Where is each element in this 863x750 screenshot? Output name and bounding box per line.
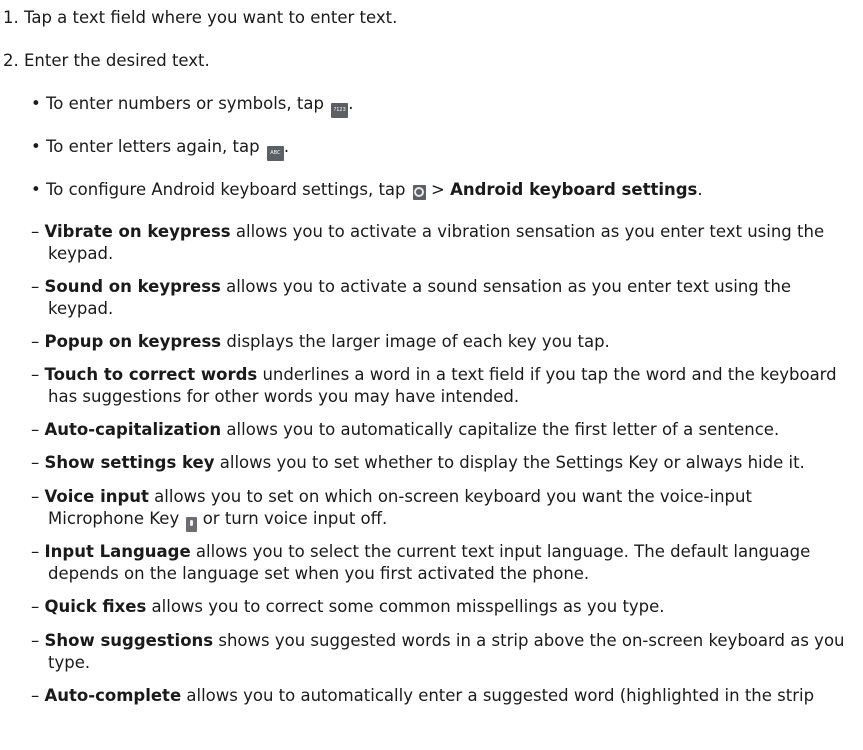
setting-auto-complete: – Auto-complete allows you to automatica… xyxy=(31,685,814,707)
setting-touch-correct: – Touch to correct words underlines a wo… xyxy=(31,364,837,386)
dash: – xyxy=(31,277,45,296)
bullet-settings-end: . xyxy=(697,180,703,199)
bullet-settings-text: • To configure Android keyboard settings… xyxy=(31,180,411,199)
setting-sound-cont: keypad. xyxy=(48,299,114,318)
dash: – xyxy=(31,222,45,241)
setting-desc: allows you to automatically enter a sugg… xyxy=(181,686,815,705)
step-1: 1. Tap a text field where you want to en… xyxy=(3,8,398,27)
abc-key-icon: ABC xyxy=(266,146,284,161)
setting-desc: allows you to correct some common misspe… xyxy=(146,597,665,616)
setting-voice-input: – Voice input allows you to set on which… xyxy=(31,486,752,508)
setting-term: Touch to correct words xyxy=(44,365,258,384)
setting-term: Auto-complete xyxy=(44,686,182,705)
android-keyboard-settings-label: Android keyboard settings xyxy=(450,180,698,199)
setting-input-language: – Input Language allows you to select th… xyxy=(31,541,810,563)
setting-desc: underlines a word in a text field if you… xyxy=(257,365,837,384)
bullet-letters-end: . xyxy=(283,137,290,156)
setting-desc: allows you to set on which on-screen key… xyxy=(148,487,752,506)
setting-quick-fixes: – Quick fixes allows you to correct some… xyxy=(31,596,665,618)
setting-touch-correct-cont: has suggestions for other words you may … xyxy=(48,387,520,406)
setting-desc: or turn voice input off. xyxy=(197,509,388,528)
microphone-key-icon xyxy=(186,517,198,532)
manual-page: 1. Tap a text field where you want to en… xyxy=(0,0,863,750)
setting-input-language-cont: depends on the language set when you fir… xyxy=(48,564,590,583)
setting-auto-cap: – Auto-capitalization allows you to auto… xyxy=(31,419,779,441)
setting-vibrate-cont: keypad. xyxy=(48,244,114,263)
setting-desc: allows you to set whether to display the… xyxy=(214,453,805,472)
dash: – xyxy=(31,365,45,384)
setting-term: Voice input xyxy=(44,487,149,506)
setting-term: Sound on keypress xyxy=(44,277,221,296)
dash: – xyxy=(31,597,45,616)
dash: – xyxy=(31,542,45,561)
setting-vibrate: – Vibrate on keypress allows you to acti… xyxy=(31,221,824,243)
dash: – xyxy=(31,453,45,472)
dash: – xyxy=(31,420,45,439)
setting-show-settings-key: – Show settings key allows you to set wh… xyxy=(31,452,805,474)
setting-term: Quick fixes xyxy=(44,597,147,616)
bullet-numbers-text: • To enter numbers or symbols, tap xyxy=(31,94,330,113)
setting-desc: Microphone Key xyxy=(48,509,185,528)
dash: – xyxy=(31,332,45,351)
setting-desc: displays the larger image of each key yo… xyxy=(221,332,610,351)
setting-desc: shows you suggested words in a strip abo… xyxy=(213,631,845,650)
bullet-settings-sep: > xyxy=(425,180,451,199)
setting-desc: allows you to activate a sound sensation… xyxy=(220,277,792,296)
setting-show-suggestions-cont: type. xyxy=(48,653,91,672)
setting-term: Show settings key xyxy=(44,453,215,472)
setting-term: Input Language xyxy=(44,542,191,561)
bullet-settings: • To configure Android keyboard settings… xyxy=(31,179,703,201)
setting-voice-input-cont: Microphone Key or turn voice input off. xyxy=(48,508,387,532)
bullet-numbers: • To enter numbers or symbols, tap ?123. xyxy=(31,93,353,118)
numbers-symbols-key-icon: ?123 xyxy=(331,103,349,118)
setting-desc: allows you to automatically capitalize t… xyxy=(221,420,780,439)
setting-desc: allows you to activate a vibration sensa… xyxy=(230,222,825,241)
settings-gear-key-icon xyxy=(412,184,426,200)
bullet-letters-text: • To enter letters again, tap xyxy=(31,137,265,156)
dash: – xyxy=(31,686,45,705)
dash: – xyxy=(31,631,45,650)
bullet-letters: • To enter letters again, tap ABC. xyxy=(31,136,289,161)
setting-show-suggestions: – Show suggestions shows you suggested w… xyxy=(31,630,845,652)
step-2: 2. Enter the desired text. xyxy=(3,51,210,70)
setting-term: Popup on keypress xyxy=(44,332,222,351)
dash: – xyxy=(31,487,45,506)
bullet-numbers-end: . xyxy=(348,94,354,113)
setting-term: Vibrate on keypress xyxy=(44,222,231,241)
setting-popup: – Popup on keypress displays the larger … xyxy=(31,331,610,353)
setting-term: Auto-capitalization xyxy=(44,420,222,439)
setting-sound: – Sound on keypress allows you to activa… xyxy=(31,276,791,298)
setting-term: Show suggestions xyxy=(44,631,214,650)
setting-desc: allows you to select the current text in… xyxy=(190,542,811,561)
